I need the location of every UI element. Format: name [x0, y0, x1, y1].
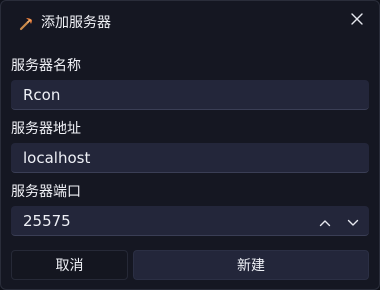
server-address-input[interactable]: localhost	[11, 143, 369, 173]
pick-icon	[19, 15, 35, 31]
close-icon	[351, 10, 363, 29]
add-server-dialog: 添加服务器 服务器名称 Rcon 服务器地址 localhost 服务器端口 2…	[0, 0, 380, 290]
chevron-up-icon	[319, 212, 331, 231]
cancel-button[interactable]: 取消	[11, 250, 128, 280]
server-name-input[interactable]: Rcon	[11, 80, 369, 110]
server-port-value: 25575	[23, 212, 71, 230]
dialog-titlebar: 添加服务器	[1, 1, 379, 45]
create-button[interactable]: 新建	[133, 250, 369, 280]
server-address-label: 服务器地址	[11, 121, 81, 137]
server-port-label: 服务器端口	[11, 184, 81, 200]
server-name-value: Rcon	[23, 86, 61, 104]
close-button[interactable]	[345, 7, 369, 31]
server-address-value: localhost	[23, 149, 91, 167]
dialog-title: 添加服务器	[41, 15, 111, 31]
port-increment-button[interactable]	[315, 211, 335, 231]
server-port-input[interactable]: 25575	[11, 206, 369, 236]
chevron-down-icon	[347, 212, 359, 231]
port-decrement-button[interactable]	[343, 211, 363, 231]
server-name-label: 服务器名称	[11, 58, 81, 74]
